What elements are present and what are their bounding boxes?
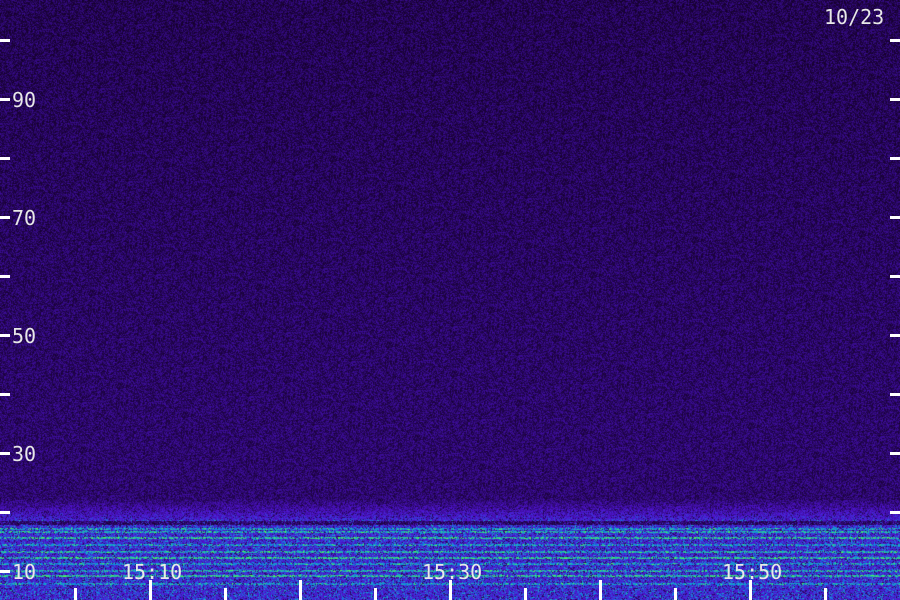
spectrogram-image [0,0,900,600]
